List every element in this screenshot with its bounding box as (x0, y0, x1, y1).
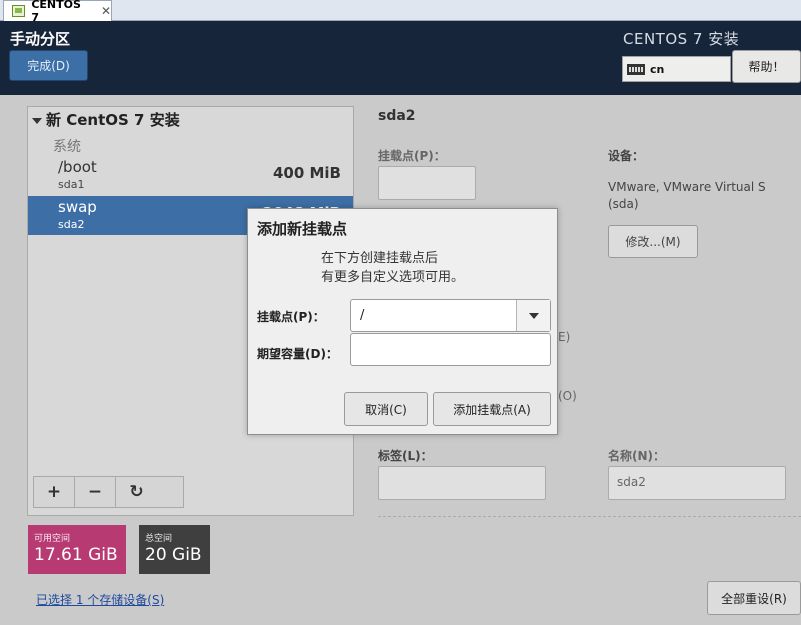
name-label: 名称(N)： (608, 449, 666, 463)
partition-toolbar: + − ↻ (33, 476, 184, 508)
hidden-field-fragment: (O) (558, 389, 577, 403)
refresh-icon[interactable]: ↻ (116, 477, 157, 507)
detail-mount-label: 挂载点(P)： (378, 149, 446, 163)
keyboard-layout-label: cn (650, 62, 665, 76)
detail-title: sda2 (378, 108, 416, 124)
desired-capacity-label: 期望容量(D)： (257, 347, 338, 361)
close-icon[interactable]: ✕ (101, 4, 111, 18)
dialog-message-line: 有更多自定义选项可用。 (321, 270, 465, 285)
tag-label: 标签(L)： (378, 449, 433, 463)
device-label: 设备： (608, 149, 645, 163)
header-bar: 手动分区 完成(D) CENTOS 7 安装 cn 帮助！ (0, 21, 801, 95)
keyboard-layout-indicator[interactable]: cn (622, 56, 731, 82)
partition-device: sda1 (58, 178, 85, 191)
reset-all-button[interactable]: 全部重设(R) (707, 581, 801, 615)
vm-tab-strip: CENTOS 7 ✕ (0, 0, 801, 24)
tag-field[interactable] (378, 466, 546, 500)
chevron-down-icon (528, 312, 539, 319)
expander-icon (32, 117, 42, 124)
dialog-title: 添加新挂载点 (257, 220, 348, 238)
mount-point-value[interactable]: / (360, 308, 364, 323)
keyboard-icon (627, 63, 645, 75)
done-button[interactable]: 完成(D) (9, 50, 88, 81)
partition-device: sda2 (58, 218, 85, 231)
modify-button[interactable]: 修改...(M) (608, 225, 698, 258)
available-space-value: 17.61 GiB (34, 545, 118, 565)
cancel-button[interactable]: 取消(C) (344, 392, 428, 426)
vm-icon (12, 5, 26, 17)
add-mount-point-dialog: 添加新挂载点 在下方创建挂载点后 有更多自定义选项可用。 挂载点(P)： / 期… (247, 208, 558, 435)
detail-mount-field[interactable] (378, 166, 476, 200)
storage-devices-link[interactable]: 已选择 1 个存储设备(S) (36, 591, 164, 608)
help-button[interactable]: 帮助！ (732, 50, 801, 83)
total-space-box: 总空间 20 GiB (139, 525, 210, 574)
partition-mount: swap (58, 198, 97, 216)
name-field[interactable]: sda2 (608, 466, 786, 500)
mount-point-combo[interactable]: / (350, 299, 551, 332)
page-title: 手动分区 (10, 30, 71, 48)
install-group-title: 新 CentOS 7 安装 (46, 111, 180, 129)
dropdown-button[interactable] (516, 300, 550, 331)
total-space-value: 20 GiB (145, 545, 202, 565)
installer-window: CENTOS 7 ✕ 手动分区 完成(D) CENTOS 7 安装 cn 帮助！… (0, 0, 801, 625)
vm-tab[interactable]: CENTOS 7 ✕ (3, 0, 112, 24)
product-title: CENTOS 7 安装 (623, 30, 740, 48)
desired-capacity-input[interactable] (350, 333, 551, 366)
total-space-label: 总空间 (145, 534, 173, 544)
hidden-field-fragment: E) (558, 330, 571, 344)
partition-row-boot[interactable]: /boot sda1 400 MiB (28, 156, 353, 195)
section-label: 系统 (53, 139, 81, 155)
divider (378, 516, 801, 517)
available-space-box: 可用空间 17.61 GiB (28, 525, 126, 574)
dialog-message-line: 在下方创建挂载点后 (321, 251, 439, 266)
available-space-label: 可用空间 (34, 534, 71, 544)
mount-point-label: 挂载点(P)： (257, 310, 325, 324)
add-mount-point-button[interactable]: 添加挂载点(A) (433, 392, 551, 426)
device-text: VMware, VMware Virtual S (sda) (608, 180, 766, 211)
remove-partition-button[interactable]: − (75, 477, 116, 507)
partition-mount: /boot (58, 158, 97, 176)
dialog-message: 在下方创建挂载点后 有更多自定义选项可用。 (321, 249, 464, 287)
add-partition-button[interactable]: + (34, 477, 75, 507)
partition-size: 400 MiB (272, 164, 341, 182)
install-group-header[interactable]: 新 CentOS 7 安装 (32, 109, 180, 130)
